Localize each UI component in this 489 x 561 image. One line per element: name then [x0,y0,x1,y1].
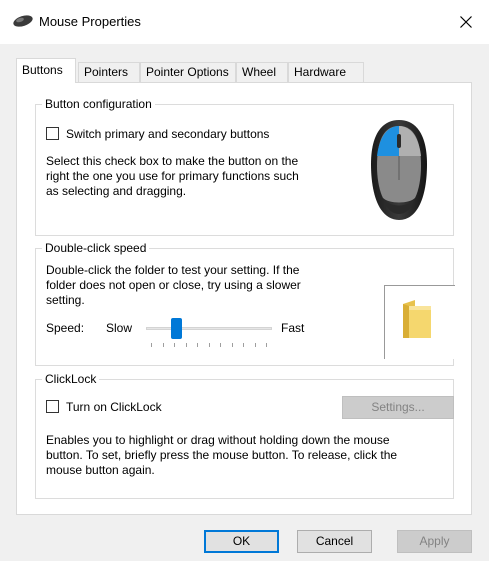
slider-tick [209,343,210,347]
clicklock-description-2: button. To set, briefly press the mouse … [46,448,398,462]
slider-tick [243,343,244,347]
double-click-description-2: folder does not open or close, try using… [46,278,301,292]
apply-button[interactable]: Apply [397,530,472,553]
clicklock-settings-button[interactable]: Settings... [342,396,454,419]
button-config-description-3: as selecting and dragging. [46,184,187,198]
clicklock-legend: ClickLock [42,372,100,386]
fast-label: Fast [281,321,305,335]
slider-track [146,327,272,330]
folder-test-area[interactable] [384,285,455,359]
tab-buttons[interactable]: Buttons [16,58,76,83]
speed-label: Speed: [46,321,85,335]
slider-thumb[interactable] [171,318,182,339]
button-configuration-group: Button configuration Switch primary and … [35,97,454,236]
mouse-illustration [371,120,427,220]
mouse-icon [13,15,33,27]
clicklock-description-3: mouse button again. [46,463,155,477]
switch-buttons-label[interactable]: Switch primary and secondary buttons [66,127,269,141]
slider-tick [255,343,256,347]
double-click-speed-slider[interactable] [146,315,272,349]
window-title: Mouse Properties [39,14,141,29]
close-icon [460,16,472,28]
cancel-button[interactable]: Cancel [297,530,372,553]
slider-tick [232,343,233,347]
double-click-description-1: Double-click the folder to test your set… [46,263,300,277]
switch-buttons-checkbox[interactable] [46,127,59,140]
tab-hardware[interactable]: Hardware [288,62,364,83]
slider-tick [197,343,198,347]
tab-wheel[interactable]: Wheel [236,62,288,83]
clicklock-checkbox[interactable] [46,400,59,413]
buttons-tab-panel: Button configuration Switch primary and … [16,82,472,515]
close-button[interactable] [443,0,489,44]
double-click-speed-group: Double-click speed Double-click the fold… [35,241,455,366]
slider-tick [266,343,267,347]
button-configuration-legend: Button configuration [42,97,155,111]
title-bar: Mouse Properties [0,0,489,44]
slow-label: Slow [106,321,133,335]
ok-button[interactable]: OK [204,530,279,553]
slider-tick [174,343,175,347]
button-config-description-1: Select this check box to make the button… [46,154,299,168]
slider-tick [151,343,152,347]
folder-icon[interactable] [399,300,433,340]
slider-tick [186,343,187,347]
double-click-description-3: setting. [46,293,85,307]
clicklock-group: ClickLock Turn on ClickLock Settings... … [35,372,454,499]
clicklock-label[interactable]: Turn on ClickLock [66,400,162,414]
tab-pointers[interactable]: Pointers [78,62,140,83]
button-config-description-2: right the one you use for primary functi… [46,169,299,183]
clicklock-description-1: Enables you to highlight or drag without… [46,433,390,447]
slider-tick [163,343,164,347]
double-click-legend: Double-click speed [42,241,150,255]
slider-tick [220,343,221,347]
tab-pointer-options[interactable]: Pointer Options [140,62,236,83]
